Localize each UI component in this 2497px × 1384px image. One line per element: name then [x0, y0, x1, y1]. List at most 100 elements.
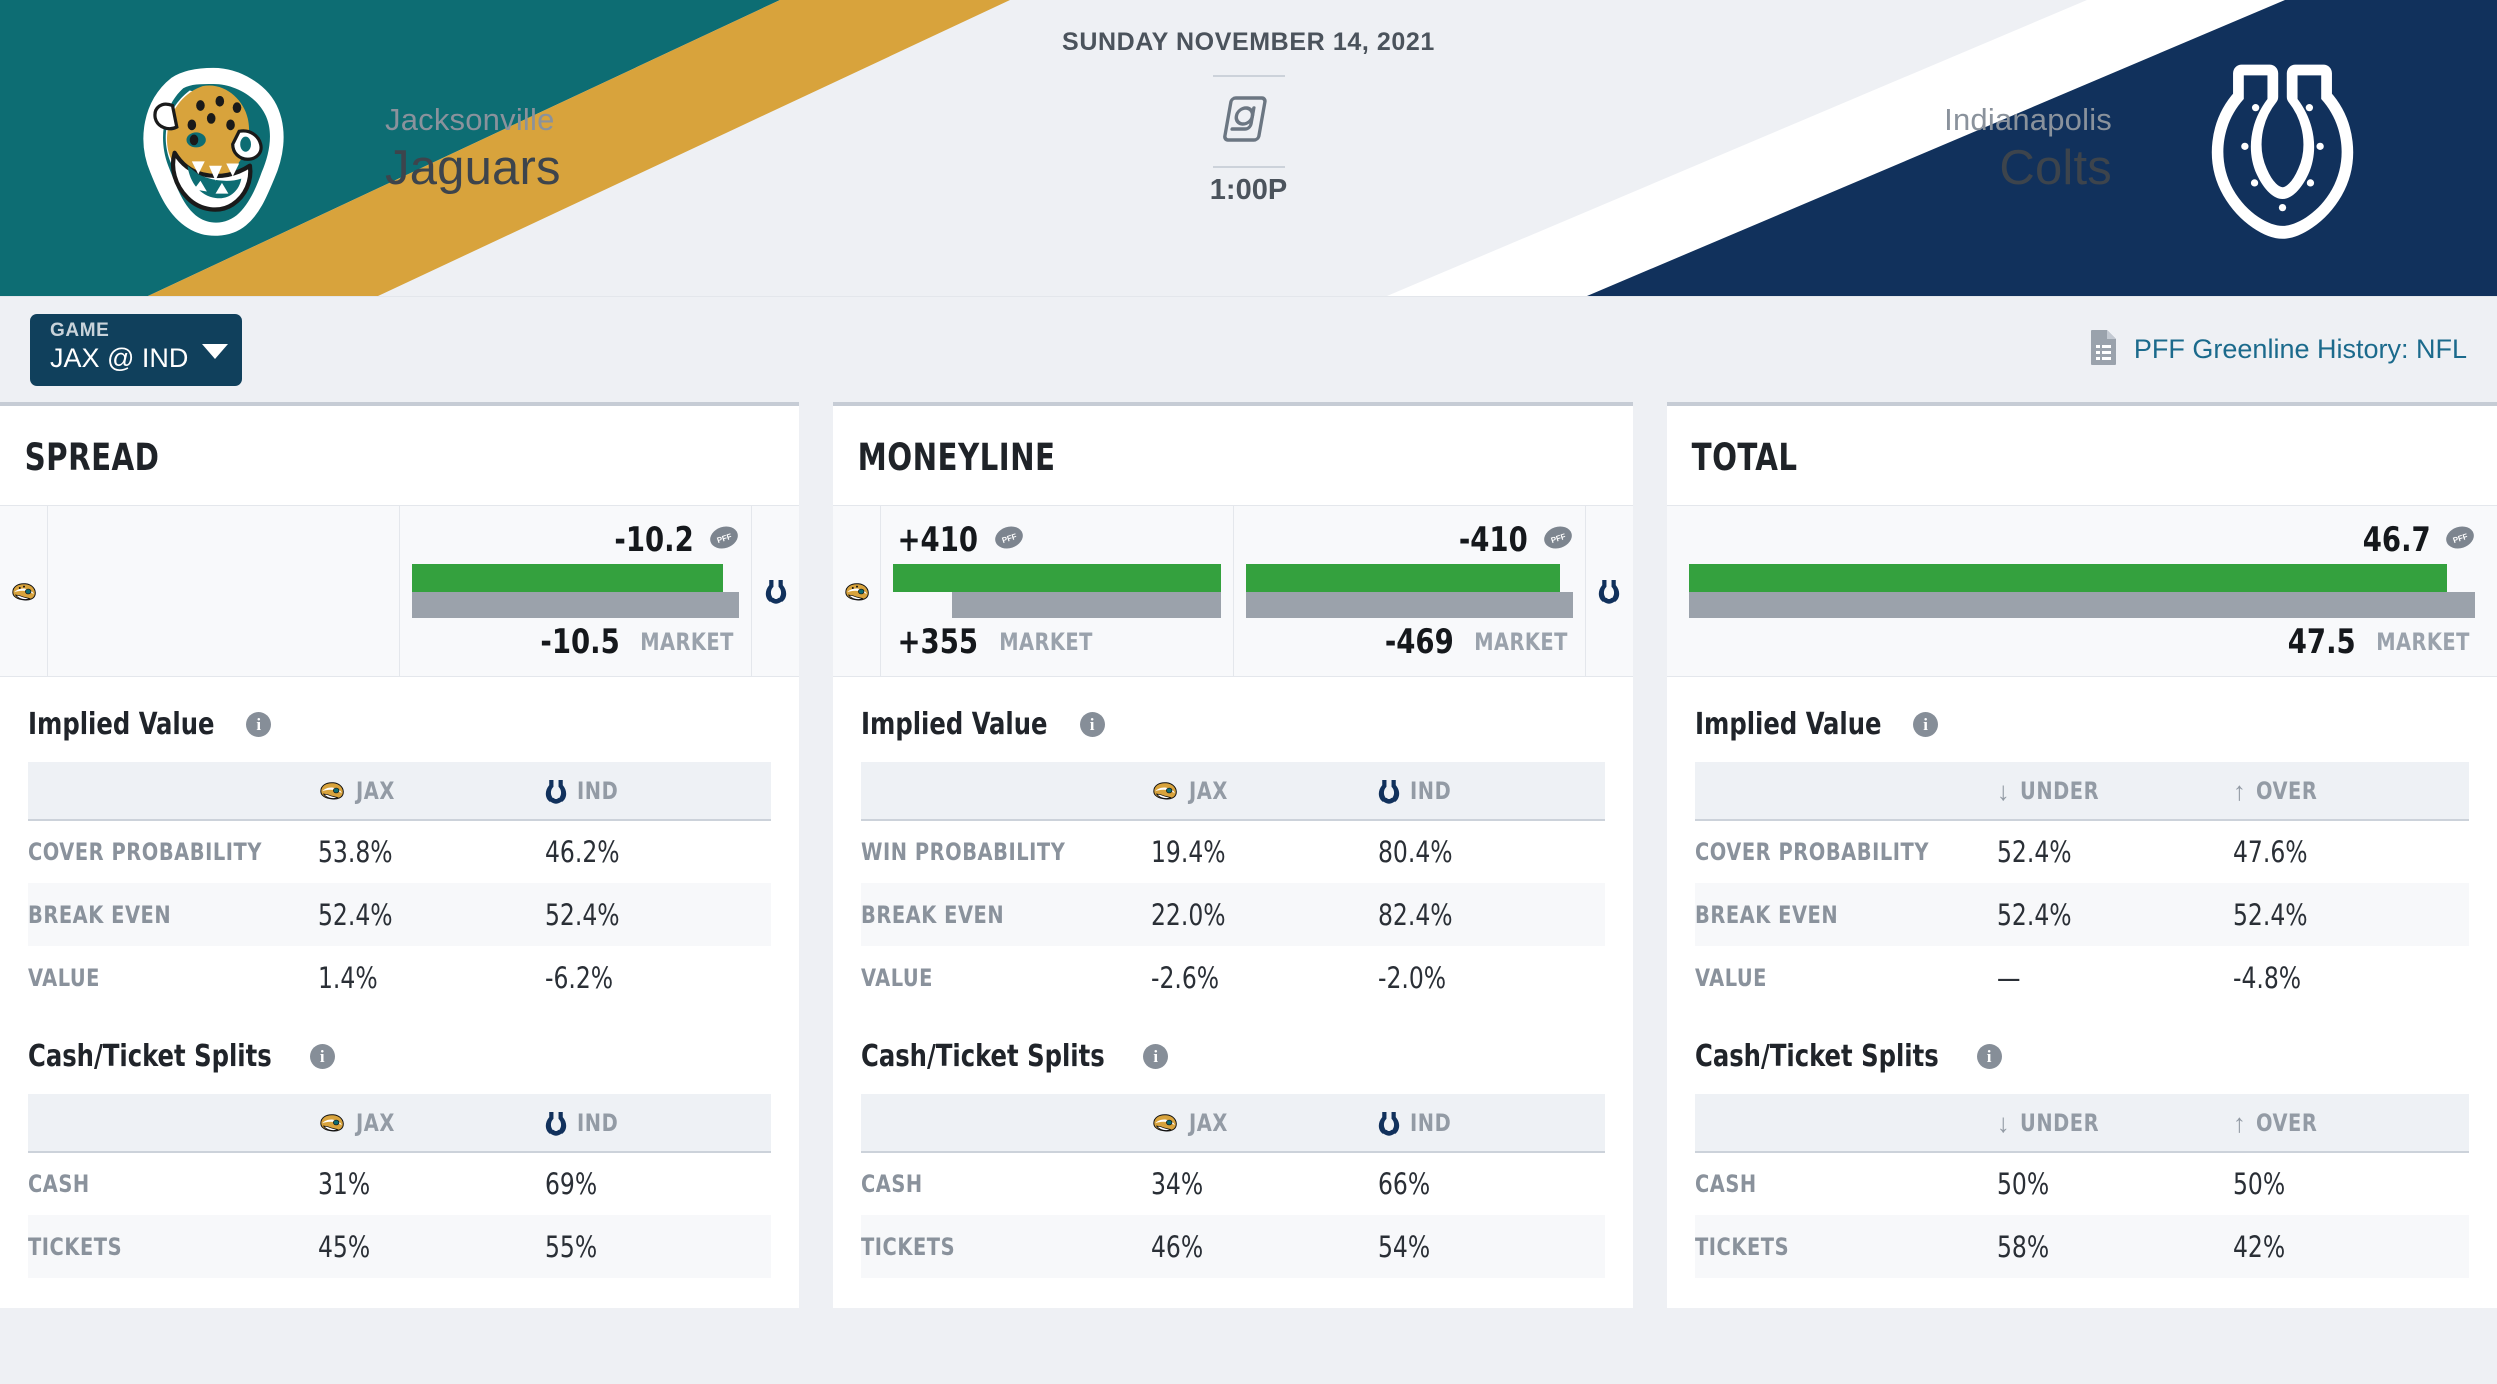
- header-col-ind: IND: [1378, 762, 1605, 821]
- header-col-jax: JAX: [1151, 1094, 1379, 1153]
- row-value-a: 52.4%: [317, 897, 393, 932]
- pff-greenline-history-label: PFF Greenline History: NFL: [2133, 334, 2467, 364]
- arrow-up-icon: ↑: [2232, 1107, 2246, 1138]
- table-header-row: JAX IND: [861, 762, 1605, 821]
- pff-greenline-history-link[interactable]: PFF Greenline History: NFL: [2089, 329, 2467, 370]
- row-value-b: 52.4%: [2232, 897, 2308, 932]
- moneyline-line-row: +410 PFF +355 MARKET -410 PFF -469 MARKE…: [833, 505, 1633, 677]
- row-value-b: -4.8%: [2232, 960, 2301, 995]
- home-team-block: Indianapolis Colts: [1944, 0, 2397, 296]
- at-symbol-icon: [1222, 90, 1275, 153]
- header-label-ind: IND: [1410, 1108, 1452, 1137]
- moneyline-splits-section: Cash/Ticket Splits i JAX IND CASH 34% 66…: [833, 1039, 1632, 1278]
- spread-pff-value-row: -10.2 PFF: [412, 516, 739, 564]
- pff-badge-icon: PFF: [994, 526, 1024, 554]
- spread-bars: -10.2 PFF -10.5 MARKET: [48, 506, 751, 676]
- moneyline-away-half: +410 PFF +355 MARKET: [881, 506, 1232, 676]
- row-label: TICKETS: [28, 1232, 123, 1261]
- row-value-a: 19.4%: [1151, 835, 1226, 869]
- row-value-a: 22.0%: [1151, 897, 1226, 932]
- header-label-over: OVER: [2255, 776, 2318, 805]
- header-label-under: UNDER: [2019, 776, 2099, 805]
- total-implied-value-table: ↓ UNDER ↑ OVER COVER PROBABILITY 52.4% 4…: [1694, 762, 2470, 1009]
- game-select-dropdown[interactable]: GAME JAX @ IND: [30, 313, 243, 386]
- colts-logo-icon: [1378, 1111, 1400, 1136]
- info-icon[interactable]: i: [1913, 712, 1939, 737]
- row-value-a: 53.8%: [317, 835, 393, 869]
- divider-line-bottom: [1212, 166, 1285, 168]
- table-header-row: JAX IND: [861, 1094, 1605, 1153]
- header-col-under: ↓ UNDER: [1996, 1094, 2233, 1153]
- info-icon[interactable]: i: [1079, 712, 1105, 737]
- table-row: VALUE -2.6% -2.0%: [861, 946, 1604, 1009]
- moneyline-implied-value-table: JAX IND WIN PROBABILITY 19.4% 80.4% BREA…: [861, 762, 1605, 1009]
- filter-toolbar: GAME JAX @ IND PFF Greenline History: NF…: [0, 296, 2497, 402]
- row-value-b: -6.2%: [544, 960, 613, 995]
- moneyline-home-logo: [1584, 506, 1633, 676]
- header-col-jax: JAX: [317, 762, 545, 821]
- jaguars-logo-icon: [100, 33, 330, 263]
- moneyline-home-half: -410 PFF -469 MARKET: [1232, 506, 1585, 676]
- moneyline-away-pff-value: +410: [897, 520, 979, 560]
- chevron-down-icon[interactable]: [202, 343, 229, 359]
- row-value-a: 52.4%: [1996, 897, 2072, 932]
- row-value-a: 34%: [1151, 1167, 1204, 1201]
- total-card-title: TOTAL: [1691, 436, 1798, 479]
- total-pff-bar: [1688, 564, 2448, 592]
- moneyline-card: MONEYLINE +410 PFF +355 MARKET -410 PFF …: [833, 402, 1633, 1308]
- spread-splits-title-text: Cash/Ticket Splits: [28, 1039, 272, 1074]
- table-header-row: ↓ UNDER ↑ OVER: [1694, 762, 2470, 821]
- colts-logo-icon: [1378, 779, 1400, 804]
- header-col-ind: IND: [544, 762, 772, 821]
- total-market-value: 47.5: [2288, 622, 2357, 662]
- game-select-label: GAME: [50, 319, 110, 341]
- spread-implied-value-title-text: Implied Value: [28, 707, 215, 742]
- moneyline-bars: +410 PFF +355 MARKET -410 PFF -469 MARKE…: [881, 506, 1584, 676]
- row-value-a: —: [1996, 960, 2021, 995]
- row-value-a: 52.4%: [1996, 835, 2072, 869]
- game-header: Jacksonville Jaguars Indianapolis Colts: [0, 0, 2497, 296]
- info-icon[interactable]: i: [1143, 1044, 1169, 1069]
- row-value-b: 54%: [1378, 1229, 1431, 1264]
- header-label-jax: JAX: [355, 776, 395, 805]
- row-value-a: -2.6%: [1151, 960, 1220, 995]
- row-value-b: 69%: [544, 1167, 597, 1201]
- moneyline-away-market-value: +355: [897, 622, 979, 662]
- blank-header: [861, 1094, 1152, 1153]
- moneyline-splits-title: Cash/Ticket Splits i: [861, 1039, 1604, 1074]
- header-label-jax: JAX: [355, 1108, 395, 1137]
- away-team-names: Jacksonville Jaguars: [385, 100, 561, 197]
- arrow-down-icon: ↓: [1996, 1107, 2010, 1138]
- row-label: COVER PROBABILITY: [28, 838, 262, 866]
- moneyline-home-pff-row: -410 PFF: [1246, 516, 1573, 564]
- moneyline-home-bar-pair: [1245, 564, 1573, 618]
- moneyline-implied-value-title: Implied Value i: [861, 707, 1604, 742]
- jaguars-logo-icon: [1153, 782, 1178, 800]
- table-row: BREAK EVEN 52.4% 52.4%: [1694, 883, 2470, 946]
- colts-logo-icon: [545, 779, 566, 804]
- moneyline-home-market-label: MARKET: [1474, 628, 1568, 656]
- header-col-jax: JAX: [317, 1094, 545, 1153]
- row-value-b: -2.0%: [1378, 960, 1447, 995]
- info-icon[interactable]: i: [309, 1044, 335, 1069]
- header-col-ind: IND: [544, 1094, 772, 1153]
- info-icon[interactable]: i: [1976, 1044, 2002, 1069]
- header-col-jax: JAX: [1151, 762, 1379, 821]
- moneyline-home-market-bar: [1245, 592, 1573, 618]
- moneyline-away-market-row: +355 MARKET: [893, 618, 1220, 666]
- moneyline-home-pff-bar: [1245, 564, 1560, 592]
- row-value-b: 66%: [1378, 1167, 1431, 1201]
- spread-implied-value-title: Implied Value i: [28, 707, 771, 742]
- info-icon[interactable]: i: [246, 712, 272, 737]
- table-header-row: JAX IND: [28, 762, 772, 821]
- header-label-under: UNDER: [2019, 1108, 2099, 1137]
- spread-home-half: -10.2 PFF -10.5 MARKET: [399, 506, 751, 676]
- spread-splits-title: Cash/Ticket Splits i: [28, 1039, 771, 1074]
- game-time: 1:00P: [1209, 174, 1288, 206]
- header-col-under: ↓ UNDER: [1996, 762, 2233, 821]
- total-pff-value: 46.7: [2362, 520, 2431, 560]
- row-label: VALUE: [1694, 963, 1767, 992]
- row-label: VALUE: [861, 963, 934, 992]
- spread-away-logo: [0, 506, 48, 676]
- spread-implied-value-table: JAX IND COVER PROBABILITY 53.8% 46.2% BR…: [28, 762, 772, 1009]
